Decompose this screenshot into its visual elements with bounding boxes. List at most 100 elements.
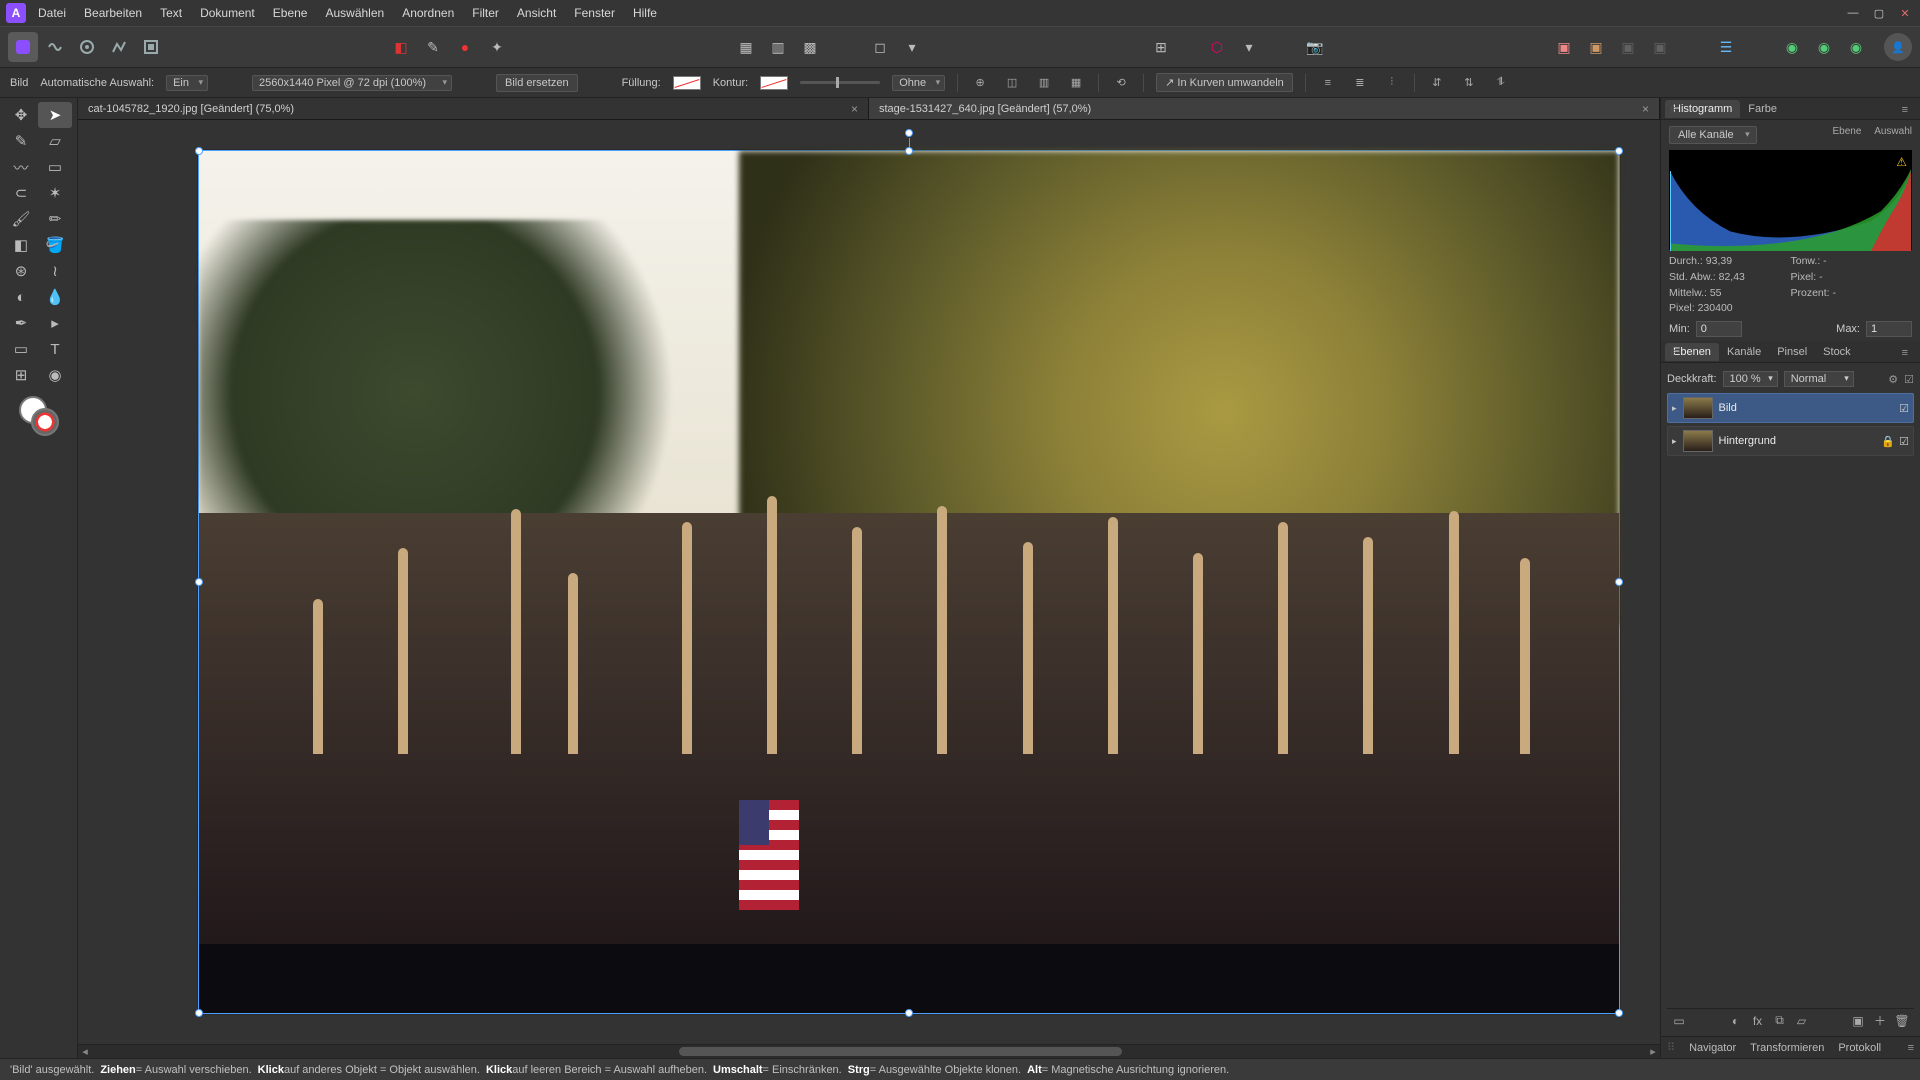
hist-max-input[interactable] xyxy=(1866,321,1912,337)
canvas-selection-bounds[interactable] xyxy=(198,150,1620,1014)
blend-mode-dropdown[interactable]: Normal xyxy=(1784,371,1854,387)
context-autoselect-dropdown[interactable]: Ein xyxy=(166,75,208,91)
persona-photo-icon[interactable] xyxy=(8,32,38,62)
menu-dokument[interactable]: Dokument xyxy=(200,6,255,20)
window-maximize-icon[interactable]: ▢ xyxy=(1870,6,1888,20)
tool-shape-icon[interactable]: ▭ xyxy=(4,336,38,362)
horizontal-scrollbar[interactable]: ◂ ▸ xyxy=(78,1044,1660,1058)
hist-chip-ebene[interactable]: Ebene xyxy=(1832,126,1861,137)
tool-view-icon[interactable]: ✥ xyxy=(4,102,38,128)
context-hide-selection-icon[interactable]: ▥ xyxy=(1034,73,1054,93)
tool-clone-icon[interactable]: ⊛ xyxy=(4,258,38,284)
layer-item-hintergrund[interactable]: ▸ Hintergrund 🔒 ☑ xyxy=(1667,426,1914,456)
tool-lasso-icon[interactable]: ⊂ xyxy=(4,180,38,206)
canvas-viewport[interactable] xyxy=(78,120,1660,1044)
context-dist1-icon[interactable]: ⇵ xyxy=(1427,73,1447,93)
tab-farbe[interactable]: Farbe xyxy=(1740,100,1785,118)
handle-bot-left[interactable] xyxy=(195,1009,203,1017)
panel-grip-icon[interactable]: ⠿ xyxy=(1667,1041,1675,1054)
layers-group-icon[interactable]: ▣ xyxy=(1850,1014,1866,1028)
layer-expand-icon[interactable]: ▸ xyxy=(1672,403,1677,414)
handle-bot-mid[interactable] xyxy=(905,1009,913,1017)
tool-crop-icon[interactable]: ▱ xyxy=(38,128,72,154)
context-lock-children-icon[interactable]: ⊕ xyxy=(970,73,990,93)
tool-liquify-icon[interactable]: ≀ xyxy=(38,258,72,284)
layer-visibility-icon[interactable]: ☑ xyxy=(1899,402,1909,415)
layers-mask-icon[interactable]: ▭ xyxy=(1671,1014,1687,1028)
tab-kanaele[interactable]: Kanäle xyxy=(1719,343,1769,361)
layers-gear-icon[interactable]: ⚙ xyxy=(1888,373,1898,386)
rotation-handle-icon[interactable] xyxy=(905,129,913,137)
toolbar-layer1-icon[interactable]: ▣ xyxy=(1550,33,1578,61)
layer-visibility-icon[interactable]: ☑ xyxy=(1899,435,1909,448)
tool-paint-brush-icon[interactable]: 🖌 xyxy=(4,206,38,232)
layer-expand-icon[interactable]: ▸ xyxy=(1672,436,1677,447)
bottom-panel-menu-icon[interactable]: ≡ xyxy=(1908,1042,1914,1054)
context-align2-icon[interactable]: ≣ xyxy=(1350,73,1370,93)
toolbar-layer4-icon[interactable]: ▣ xyxy=(1646,33,1674,61)
context-cycle-select-icon[interactable]: ⟲ xyxy=(1111,73,1131,93)
tab-protokoll[interactable]: Protokoll xyxy=(1838,1042,1881,1054)
tab-stock[interactable]: Stock xyxy=(1815,343,1859,361)
toolbar-layer3-icon[interactable]: ▣ xyxy=(1614,33,1642,61)
tool-move-icon[interactable]: ➤ xyxy=(38,102,72,128)
tool-gradient-icon[interactable]: ◉ xyxy=(38,362,72,388)
context-replace-image-button[interactable]: Bild ersetzen xyxy=(496,74,578,92)
menu-text[interactable]: Text xyxy=(160,6,182,20)
persona-export-icon[interactable] xyxy=(136,32,166,62)
toolbar-snap-dropdown-icon[interactable]: ▾ xyxy=(1235,33,1263,61)
menu-ebene[interactable]: Ebene xyxy=(273,6,308,20)
tab-navigator[interactable]: Navigator xyxy=(1689,1042,1736,1054)
tool-dodge-icon[interactable]: ◐ xyxy=(4,284,38,310)
toolbar-align-icon[interactable]: ☰ xyxy=(1712,33,1740,61)
context-dist2-icon[interactable]: ⇅ xyxy=(1459,73,1479,93)
tool-pen-icon[interactable]: ✒ xyxy=(4,310,38,336)
hist-chip-auswahl[interactable]: Auswahl xyxy=(1874,126,1912,137)
layers-panel-menu-icon[interactable]: ≡ xyxy=(1894,344,1916,362)
menu-ansicht[interactable]: Ansicht xyxy=(517,6,556,20)
toolbar-crop-frame-icon[interactable]: ◻ xyxy=(866,33,894,61)
persona-tone-icon[interactable] xyxy=(104,32,134,62)
histogram-panel-menu-icon[interactable]: ≡ xyxy=(1894,101,1916,119)
toolbar-sync1-icon[interactable]: ◉ xyxy=(1778,33,1806,61)
context-dims-dropdown[interactable]: 2560x1440 Pixel @ 72 dpi (100%) xyxy=(252,75,452,91)
toolbar-sync3-icon[interactable]: ◉ xyxy=(1842,33,1870,61)
menu-fenster[interactable]: Fenster xyxy=(574,6,615,20)
persona-develop-icon[interactable] xyxy=(72,32,102,62)
menu-datei[interactable]: Datei xyxy=(38,6,66,20)
layers-check-icon[interactable]: ☑ xyxy=(1904,373,1914,386)
context-stroke-swatch[interactable] xyxy=(760,76,788,90)
scroll-right-icon[interactable]: ▸ xyxy=(1646,1045,1660,1058)
toolbar-camera-icon[interactable]: 📷 xyxy=(1301,33,1329,61)
layers-adjust-icon[interactable]: ◐ xyxy=(1728,1014,1744,1028)
document-tab-1-close-icon[interactable]: × xyxy=(851,102,858,116)
menu-anordnen[interactable]: Anordnen xyxy=(402,6,454,20)
document-tab-2[interactable]: stage-1531427_640.jpg [Geändert] (57,0%)… xyxy=(869,98,1660,119)
tool-fill-icon[interactable]: 🪣 xyxy=(38,232,72,258)
context-transform-origin-icon[interactable]: ◫ xyxy=(1002,73,1022,93)
tool-color-picker-icon[interactable]: ✎ xyxy=(4,128,38,154)
tool-flood-select-icon[interactable]: ✶ xyxy=(38,180,72,206)
menu-filter[interactable]: Filter xyxy=(472,6,499,20)
tool-selection-brush-icon[interactable]: 〰 xyxy=(4,154,38,180)
scroll-left-icon[interactable]: ◂ xyxy=(78,1045,92,1058)
context-stroke-style-dropdown[interactable]: Ohne xyxy=(892,75,945,91)
handle-top-right[interactable] xyxy=(1615,147,1623,155)
tool-erase-icon[interactable]: ◧ xyxy=(4,232,38,258)
toolbar-sync2-icon[interactable]: ◉ xyxy=(1810,33,1838,61)
handle-top-left[interactable] xyxy=(195,147,203,155)
toolbar-arrange-icon[interactable]: ⊞ xyxy=(1147,33,1175,61)
tool-node-icon[interactable]: ▸ xyxy=(38,310,72,336)
context-stroke-width-slider[interactable] xyxy=(800,81,880,84)
layers-delete-icon[interactable]: 🗑 xyxy=(1894,1014,1910,1028)
context-fill-swatch[interactable] xyxy=(673,76,701,90)
toolbar-snap-icon[interactable]: ⬡ xyxy=(1203,33,1231,61)
handle-bot-right[interactable] xyxy=(1615,1009,1623,1017)
panel-grip-icon[interactable]: ⠿ xyxy=(1662,103,1682,118)
toolbar-quickmask-icon[interactable]: ▦ xyxy=(732,33,760,61)
document-tab-2-close-icon[interactable]: × xyxy=(1642,102,1649,116)
toolbar-picker-icon[interactable]: ✎ xyxy=(419,33,447,61)
window-minimize-icon[interactable]: — xyxy=(1844,6,1862,20)
layer-item-bild[interactable]: ▸ Bild ☑ xyxy=(1667,393,1914,423)
toolbar-grid-icon[interactable]: ▩ xyxy=(796,33,824,61)
